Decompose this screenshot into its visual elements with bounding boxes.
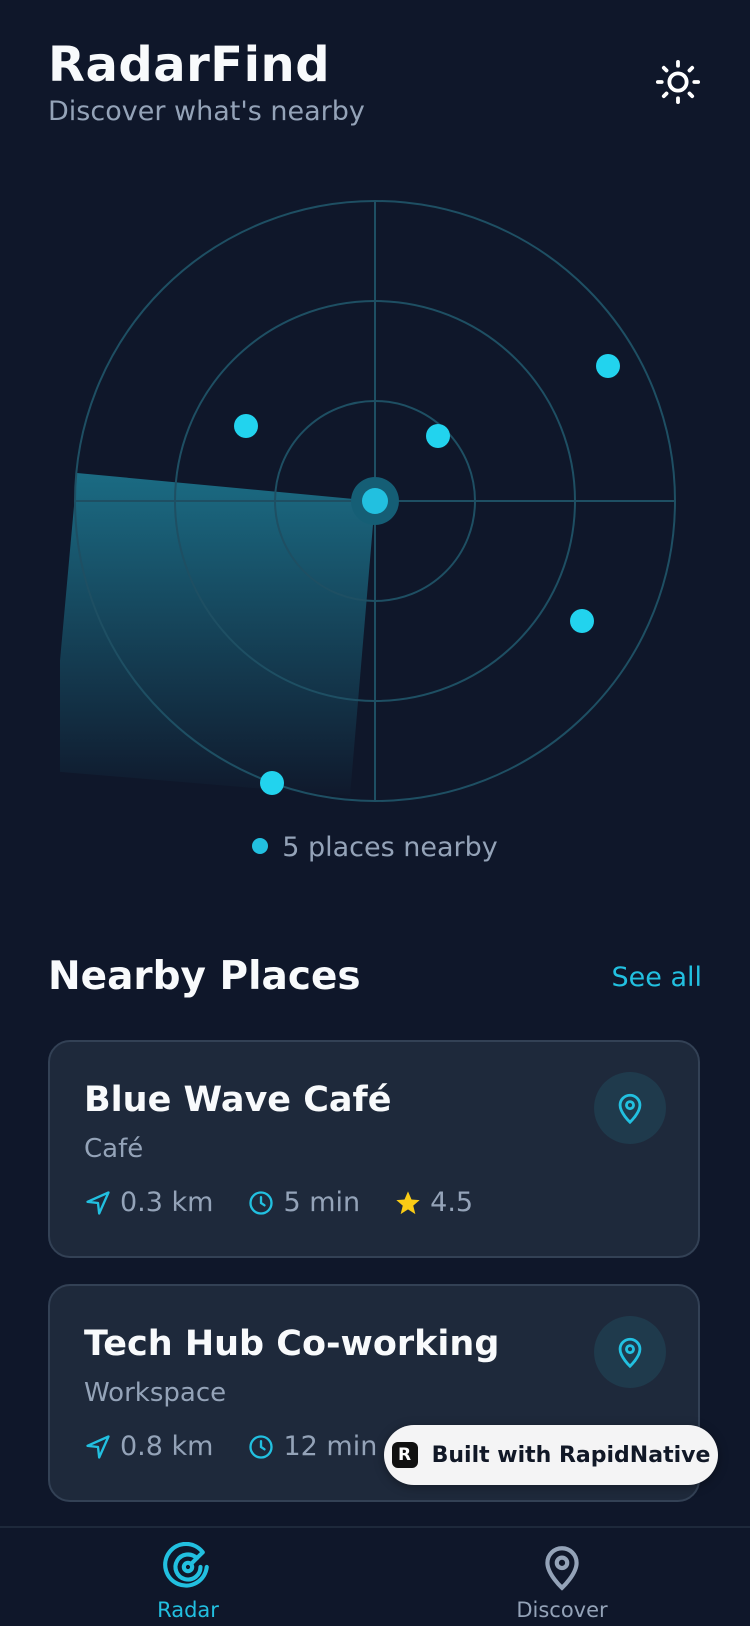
section-title: Nearby Places (48, 954, 361, 999)
star-icon (396, 1190, 420, 1214)
nearby-header: Nearby Places See all (48, 954, 702, 1014)
place-rating: 4.5 (430, 1187, 474, 1218)
app-subtitle: Discover what's nearby (48, 96, 365, 127)
status-dot-icon (252, 837, 269, 854)
tab-discover[interactable]: Discover (482, 1542, 642, 1622)
badge-text: Built with RapidNative (431, 1442, 711, 1468)
place-name: Tech Hub Co-working (84, 1324, 500, 1364)
place-distance: 0.3 km (120, 1187, 214, 1218)
sun-icon (655, 59, 701, 105)
navigation-icon (86, 1434, 110, 1459)
place-time: 12 min (283, 1431, 378, 1462)
radar-center (362, 488, 388, 514)
place-dot[interactable] (570, 609, 594, 633)
tab-radar-label: Radar (157, 1598, 219, 1622)
place-meta: 0.3 km 5 min 4.5 (84, 1187, 507, 1218)
map-pin-button[interactable] (594, 1316, 666, 1388)
map-pin-icon (618, 1337, 642, 1369)
place-name: Blue Wave Café (84, 1080, 392, 1120)
tab-bar: Radar Discover (0, 1526, 750, 1626)
place-card[interactable]: Blue Wave Café Café 0.3 km 5 min 4.5 (48, 1040, 700, 1258)
map-pin-icon (545, 1546, 579, 1591)
app-title: RadarFind (48, 37, 331, 93)
see-all-link[interactable]: See all (612, 962, 703, 993)
distance-info: 0.3 km (84, 1187, 213, 1218)
place-category: Workspace (84, 1378, 227, 1408)
rating-info: 4.5 (394, 1187, 473, 1218)
tab-discover-label: Discover (516, 1598, 608, 1622)
place-dot[interactable] (234, 414, 258, 438)
map-pin-button[interactable] (594, 1072, 666, 1144)
rapidnative-logo-icon: R (391, 1442, 418, 1468)
clock-icon (249, 1434, 274, 1459)
clock-icon (249, 1190, 274, 1215)
header: RadarFind Discover what's nearby (48, 36, 702, 136)
place-meta: 0.8 km 12 min (84, 1431, 411, 1462)
distance-info: 0.8 km (84, 1431, 213, 1462)
tab-radar[interactable]: Radar (108, 1541, 268, 1622)
place-category: Café (84, 1134, 144, 1164)
time-info: 5 min (247, 1187, 360, 1218)
theme-toggle-button[interactable] (654, 58, 702, 106)
time-info: 12 min (247, 1431, 377, 1462)
place-dot[interactable] (260, 771, 284, 795)
navigation-icon (86, 1190, 110, 1215)
radar-caption: 5 places nearby (0, 832, 750, 863)
place-time: 5 min (283, 1187, 361, 1218)
place-distance: 0.8 km (120, 1431, 214, 1462)
place-dot[interactable] (596, 354, 620, 378)
radar-display (50, 200, 676, 802)
map-pin-icon (618, 1093, 642, 1125)
place-dot[interactable] (426, 424, 450, 448)
radar-icon (163, 1541, 209, 1588)
rapidnative-badge[interactable]: R Built with RapidNative (384, 1425, 718, 1485)
radar (50, 186, 690, 816)
radar-caption-text: 5 places nearby (282, 832, 498, 863)
